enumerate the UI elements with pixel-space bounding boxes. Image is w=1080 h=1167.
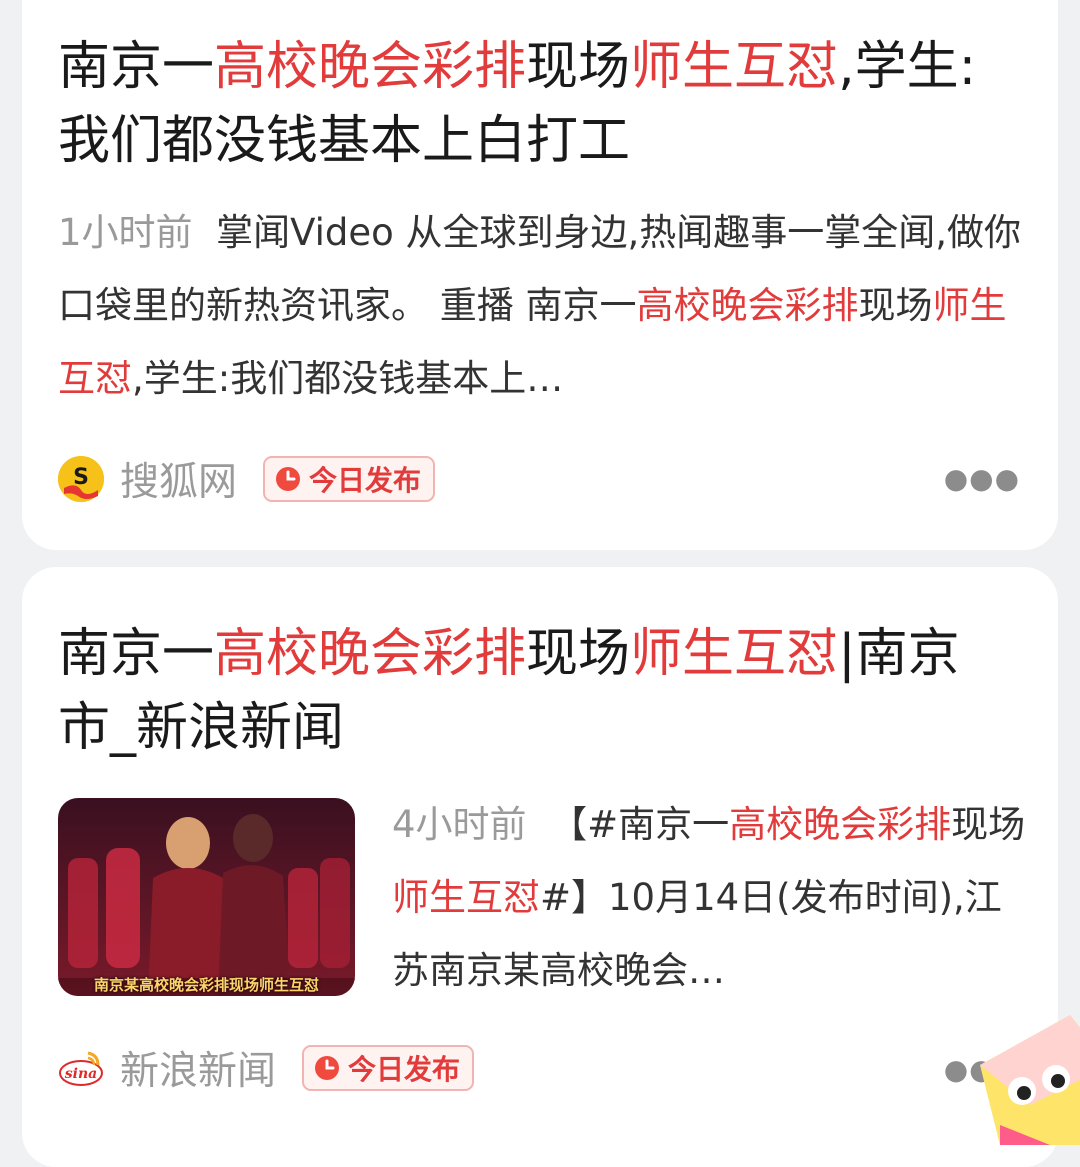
title-highlight: 高校晚会彩排: [214, 37, 526, 97]
source-name[interactable]: 新浪新闻: [120, 1040, 276, 1096]
title-highlight: 师生互怼: [630, 37, 838, 97]
snippet-text: 【#南京一: [550, 803, 729, 846]
snippet-highlight: 高校晚会彩排: [637, 284, 859, 327]
today-published-badge: 今日发布: [302, 1045, 474, 1091]
snippet-text: 现场: [859, 284, 933, 327]
sohu-logo-icon: S: [58, 456, 104, 502]
title-highlight: 师生互怼: [630, 624, 838, 684]
title-text: 南京一: [58, 624, 214, 684]
sina-logo-icon: sina: [58, 1045, 104, 1091]
publish-time: 1小时前: [58, 211, 193, 254]
result-snippet[interactable]: 4小时前 【#南京一高校晚会彩排现场师生互怼#】10月14日(发布时间),江苏南…: [392, 788, 1027, 1007]
today-published-badge: 今日发布: [263, 456, 435, 502]
clock-icon: [275, 466, 301, 492]
title-text: 南京一: [58, 37, 214, 97]
result-title[interactable]: 南京一高校晚会彩排现场师生互怼,学生:我们都没钱基本上白打工: [58, 30, 1008, 178]
search-result-card[interactable]: 南京一高校晚会彩排现场师生互怼,学生:我们都没钱基本上白打工 1小时前 掌闻Vi…: [22, 0, 1058, 550]
title-text: 现场: [526, 624, 630, 684]
source-name[interactable]: 搜狐网: [120, 451, 237, 507]
thumbnail-caption: 南京某高校晚会彩排现场师生互怼: [58, 974, 355, 996]
svg-text:sina: sina: [65, 1066, 97, 1082]
result-snippet[interactable]: 1小时前 掌闻Video 从全球到身边,热闻趣事一掌全闻,做你口袋里的新热资讯家…: [58, 196, 1023, 415]
snippet-highlight: 师生互怼: [392, 876, 540, 919]
floating-mascot-icon[interactable]: [960, 1005, 1080, 1145]
more-dots-icon[interactable]: ●●●: [944, 462, 1020, 495]
svg-text:S: S: [73, 465, 89, 490]
source-row: sina 新浪新闻 今日发布: [58, 1040, 474, 1096]
snippet-text: ,学生:我们都没钱基本上…: [132, 357, 563, 400]
video-thumbnail[interactable]: 南京某高校晚会彩排现场师生互怼: [58, 798, 355, 996]
publish-time: 4小时前: [392, 803, 527, 846]
source-row: S 搜狐网 今日发布: [58, 451, 435, 507]
clock-icon: [314, 1055, 340, 1081]
snippet-text: 现场: [951, 803, 1025, 846]
result-title[interactable]: 南京一高校晚会彩排现场师生互怼|南京市_新浪新闻: [58, 617, 1008, 765]
snippet-highlight: 高校晚会彩排: [729, 803, 951, 846]
title-highlight: 高校晚会彩排: [214, 624, 526, 684]
title-text: 现场: [526, 37, 630, 97]
badge-label: 今日发布: [309, 459, 421, 499]
search-result-card[interactable]: 南京一高校晚会彩排现场师生互怼|南京市_新浪新闻 南京某高校晚会彩排现场师生互怼: [22, 567, 1058, 1167]
badge-label: 今日发布: [348, 1048, 460, 1088]
